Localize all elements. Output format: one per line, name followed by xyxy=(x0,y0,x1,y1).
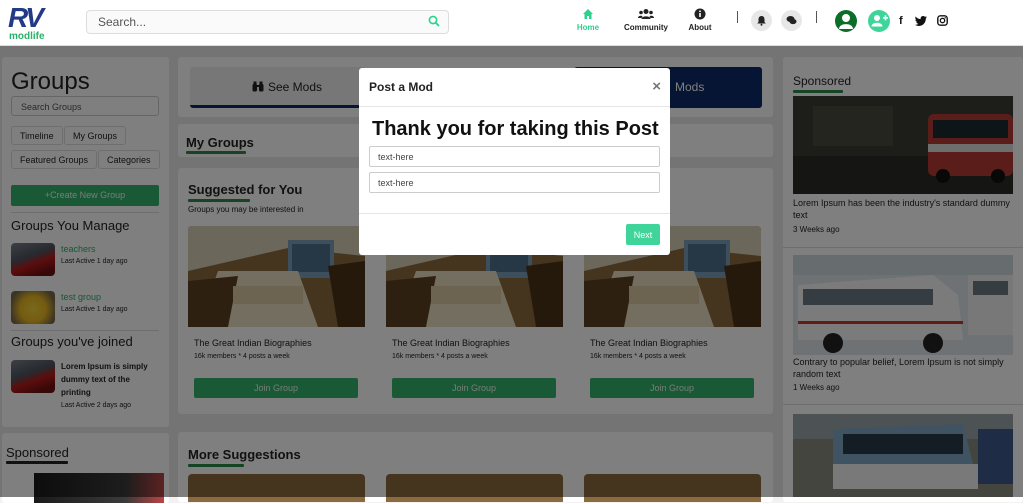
nav-about-label: About xyxy=(688,23,712,32)
nav-home-label: Home xyxy=(576,23,600,32)
divider xyxy=(737,11,738,23)
next-button[interactable]: Next xyxy=(626,224,660,245)
modal-heading: Thank you for taking this Post xyxy=(372,118,659,140)
post-mod-dialog: Post a Mod × Thank you for taking this P… xyxy=(359,68,670,255)
post-text-field[interactable] xyxy=(369,146,660,167)
logo[interactable]: RV modlife xyxy=(8,2,54,43)
nav-home[interactable]: Home xyxy=(558,8,618,32)
user-icon xyxy=(839,14,853,29)
divider xyxy=(359,213,670,214)
user-plus-icon xyxy=(871,15,888,27)
divider xyxy=(816,11,817,23)
twitter-icon[interactable] xyxy=(915,16,927,26)
home-icon xyxy=(583,9,593,19)
search-icon[interactable] xyxy=(428,15,440,27)
avatar[interactable] xyxy=(835,10,857,32)
messages-button[interactable] xyxy=(781,10,802,31)
divider xyxy=(359,106,670,107)
post-text-field[interactable] xyxy=(369,172,660,193)
nav-community-label: Community xyxy=(624,23,668,32)
chat-icon xyxy=(786,16,797,25)
info-icon xyxy=(694,8,706,20)
logo-mark: RV xyxy=(8,2,44,33)
bell-icon xyxy=(757,16,766,26)
logo-text: modlife xyxy=(9,31,45,42)
nav-about[interactable]: About xyxy=(670,8,730,32)
facebook-icon[interactable]: f xyxy=(899,15,903,27)
add-friend-button[interactable] xyxy=(868,10,890,32)
close-icon[interactable]: × xyxy=(652,78,661,95)
notifications-button[interactable] xyxy=(751,10,772,31)
nav-community[interactable]: Community xyxy=(616,8,676,32)
search-bar xyxy=(86,10,449,34)
top-navbar: RV modlife Home Community About f xyxy=(0,0,1023,46)
modal-title: Post a Mod xyxy=(369,80,434,94)
instagram-icon[interactable] xyxy=(937,15,948,26)
search-input[interactable] xyxy=(87,11,417,33)
users-icon xyxy=(638,9,654,19)
